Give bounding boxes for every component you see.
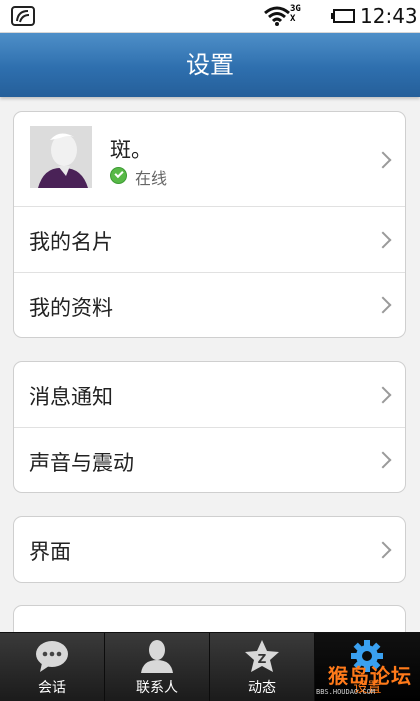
online-status-icon xyxy=(110,167,127,184)
menu-item-interface[interactable]: 界面 xyxy=(14,517,405,582)
menu-item-my-profile[interactable]: 我的资料 xyxy=(14,273,405,337)
avatar-image xyxy=(30,126,92,188)
avatar xyxy=(30,126,92,188)
title-bar: 设置 xyxy=(0,33,420,97)
star-icon: Z xyxy=(245,640,279,672)
chevron-right-icon xyxy=(374,296,392,314)
app-notification-icon xyxy=(11,6,35,26)
tab-label: 联系人 xyxy=(136,680,178,696)
online-status-text: 在线 xyxy=(135,169,168,188)
chevron-right-icon xyxy=(374,151,392,169)
interface-group: 界面 xyxy=(13,516,406,583)
chevron-right-icon xyxy=(374,386,392,404)
profile-name: 斑。 xyxy=(110,138,152,162)
menu-item-label: 消息通知 xyxy=(29,385,113,409)
menu-item-label: 界面 xyxy=(29,540,71,564)
wifi-icon xyxy=(264,6,290,26)
svg-text:Z: Z xyxy=(258,652,267,666)
chevron-right-icon xyxy=(374,231,392,249)
tab-chats[interactable]: 会话 xyxy=(0,633,105,701)
status-bar: 3G X 12:43 xyxy=(0,0,420,33)
chat-bubble-icon xyxy=(36,641,68,672)
profile-row[interactable]: 斑。 在线 xyxy=(14,112,405,207)
menu-item-label: 声音与震动 xyxy=(29,451,134,475)
menu-item-sound-vibration[interactable]: 声音与震动 xyxy=(14,428,405,492)
tab-feed[interactable]: Z 动态 xyxy=(210,633,315,701)
menu-item-label: 我的名片 xyxy=(29,230,113,254)
battery-icon xyxy=(331,9,355,23)
tab-label: 会话 xyxy=(38,680,66,696)
menu-item-label: 我的资料 xyxy=(29,296,113,320)
notification-group: 消息通知 声音与震动 xyxy=(13,361,406,493)
profile-group: 斑。 在线 我的名片 我的资料 xyxy=(13,111,406,338)
watermark-site: BBS.HOUDAO.COM xyxy=(316,688,376,696)
tab-contacts[interactable]: 联系人 xyxy=(105,633,210,701)
watermark-logo: 猴岛论坛 xyxy=(328,664,412,688)
chevron-right-icon xyxy=(374,451,392,469)
menu-item-notifications[interactable]: 消息通知 xyxy=(14,362,405,428)
network-sub-label: X xyxy=(290,14,296,24)
menu-item-my-card[interactable]: 我的名片 xyxy=(14,207,405,273)
signal-indicator: 3G X xyxy=(290,4,324,28)
network-type-label: 3G xyxy=(290,4,301,14)
clock: 12:43 xyxy=(360,4,418,28)
chevron-right-icon xyxy=(374,541,392,559)
page-title: 设置 xyxy=(186,51,234,79)
person-icon xyxy=(141,640,173,673)
tab-label: 动态 xyxy=(248,680,276,696)
